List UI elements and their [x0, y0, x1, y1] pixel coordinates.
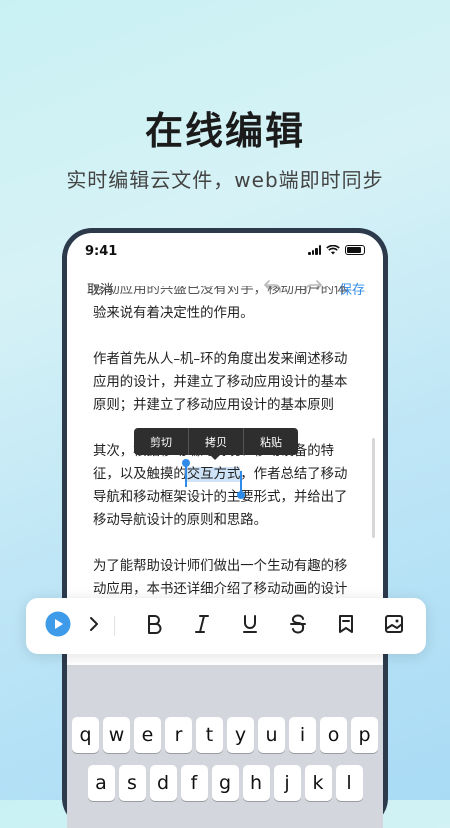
underline-button[interactable] [236, 610, 264, 638]
scrollbar[interactable] [372, 438, 375, 538]
signal-icon [308, 245, 321, 255]
format-toolbar [26, 598, 426, 654]
key-k[interactable]: k [304, 765, 332, 801]
text-line: 作者首先从人–机–环的角度出发来阐述移动 [93, 352, 348, 367]
text-line: 导航和移动框架设计的主要形式，并给出了 [93, 490, 348, 505]
key-t[interactable]: t [196, 717, 223, 753]
text-line: 验来说有着决定性的作用。 [93, 306, 254, 321]
battery-icon [345, 245, 365, 255]
key-f[interactable]: f [180, 765, 208, 801]
key-l[interactable]: l [335, 765, 363, 801]
text-line: 为了能帮助设计师们做出一个生动有趣的移 [93, 559, 348, 574]
key-r[interactable]: r [165, 717, 192, 753]
text-line: 原则；并建立了移动应用设计的基本原则 [93, 398, 335, 413]
chevron-right-icon [90, 617, 98, 631]
selected-text[interactable]: 交互方式 [186, 467, 241, 482]
selection-start-line [185, 463, 187, 487]
copy-menu-item[interactable]: 拷贝 [189, 428, 244, 455]
text-line: 移动导航设计的原则和思路。 [93, 513, 268, 528]
key-a[interactable]: a [87, 765, 115, 801]
toolbar-divider [114, 616, 115, 636]
keyboard: q w e r t y u i o p a s d f g h j k l [67, 665, 383, 828]
strikethrough-button[interactable] [284, 610, 312, 638]
bookmark-icon [339, 615, 353, 633]
italic-button[interactable] [188, 610, 216, 638]
key-q[interactable]: q [72, 717, 99, 753]
document-body[interactable]: 移动应用的兴盛已没有对手，移动用户的体验来说有着决定性的作用。 验来说有着决定性… [93, 286, 355, 624]
keyboard-row-1: q w e r t y u i o p [67, 717, 383, 753]
keyboard-row-2: a s d f g h j k l [67, 765, 383, 801]
bookmark-button[interactable] [332, 610, 360, 638]
phone-frame: 9:41 取消 保存 移动应用的兴盛已没有对手，移动用户的体 验来说有着决定性的… [62, 228, 388, 828]
cut-menu-item[interactable]: 剪切 [134, 428, 189, 455]
status-bar: 9:41 [67, 233, 383, 273]
key-h[interactable]: h [242, 765, 270, 801]
key-u[interactable]: u [258, 717, 285, 753]
image-icon [385, 615, 403, 633]
text-span: ，作者总结了移动 [240, 467, 348, 482]
underline-icon [243, 615, 257, 633]
key-y[interactable]: y [227, 717, 254, 753]
insert-image-button[interactable] [380, 610, 408, 638]
key-g[interactable]: g [211, 765, 239, 801]
key-j[interactable]: j [273, 765, 301, 801]
paragraph: 移动应用的兴盛已没有对手，移动用户的体验来说有着决定性的作用。 验来说有着决定性… [93, 286, 355, 325]
key-i[interactable]: i [289, 717, 316, 753]
key-e[interactable]: e [134, 717, 161, 753]
text-line: 征，以及触摸的交互方式，作者总结了移动 [93, 463, 355, 486]
key-p[interactable]: p [351, 717, 378, 753]
key-d[interactable]: d [149, 765, 177, 801]
hero-subtitle: 实时编辑云文件，web端即时同步 [66, 168, 384, 192]
italic-icon [195, 615, 209, 633]
wifi-icon [326, 245, 340, 255]
status-icons [308, 245, 365, 255]
status-time: 9:41 [85, 244, 118, 259]
key-s[interactable]: s [118, 765, 146, 801]
key-w[interactable]: w [103, 717, 130, 753]
selection-end-line [240, 471, 242, 493]
expand-button[interactable] [80, 610, 108, 638]
text-span: 征，以及触摸的 [93, 467, 187, 482]
paste-menu-item[interactable]: 粘贴 [244, 428, 298, 455]
clipped-text: 移动应用的兴盛已没有对手，移动用户的体验来说有着决定性的作用。 [93, 286, 348, 297]
context-menu-pointer [210, 455, 220, 460]
context-menu: 剪切 拷贝 粘贴 [134, 428, 298, 455]
paragraph: 作者首先从人–机–环的角度出发来阐述移动 应用的设计，并建立了移动应用设计的基本… [93, 348, 355, 417]
strikethrough-icon [290, 614, 306, 634]
key-o[interactable]: o [320, 717, 347, 753]
selection-end-handle[interactable] [237, 491, 245, 499]
bold-button[interactable] [140, 610, 168, 638]
text-line: 应用的设计，并建立了移动应用设计的基本 [93, 375, 348, 390]
clipped-line: 移动应用的兴盛已没有对手，移动用户的体验来说有着决定性的作用。 [93, 286, 355, 302]
hero-title: 在线编辑 [144, 109, 305, 153]
paragraph: 为了能帮助设计师们做出一个生动有趣的移 动应用，本书还详细介绍了移动动画的设计 [93, 555, 355, 601]
play-button[interactable] [44, 610, 72, 638]
phone-screen: 9:41 取消 保存 移动应用的兴盛已没有对手，移动用户的体 验来说有着决定性的… [67, 233, 383, 828]
bold-icon [148, 615, 162, 634]
play-icon [45, 611, 71, 637]
